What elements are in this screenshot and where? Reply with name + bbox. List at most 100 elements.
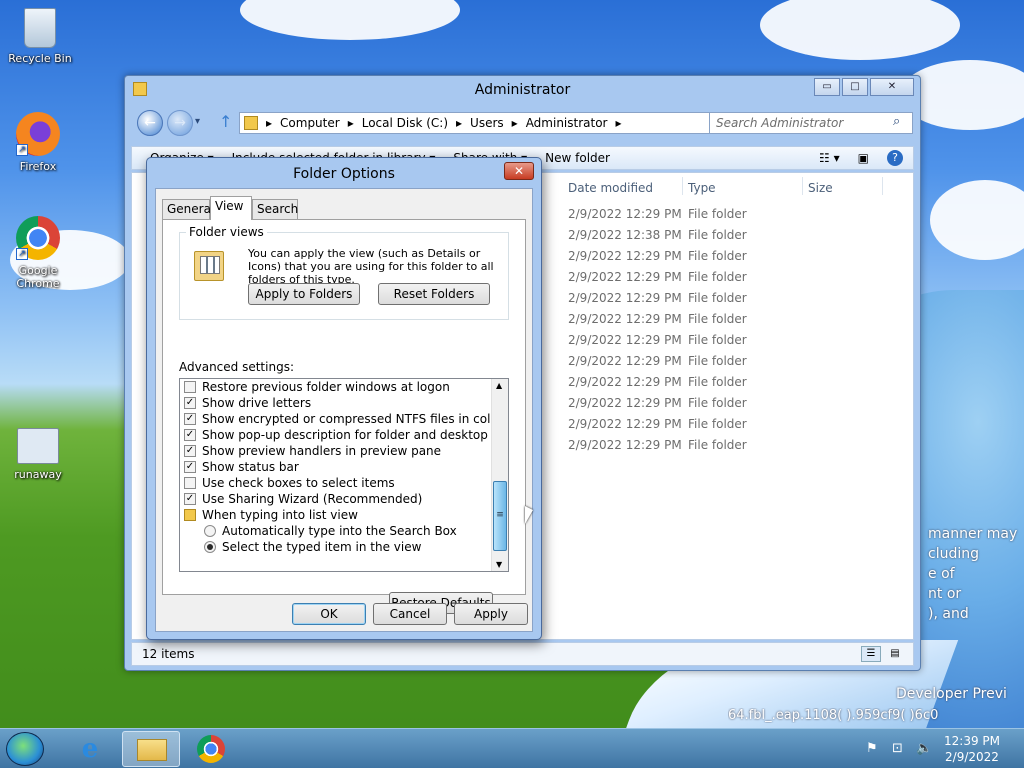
row-date-modified[interactable]: 2/9/2022 12:29 PM: [568, 438, 682, 452]
row-type[interactable]: File folder: [688, 396, 747, 410]
folder-options-dialog[interactable]: Folder Options ✕ General View Search Fol…: [146, 157, 542, 640]
row-date-modified[interactable]: 2/9/2022 12:29 PM: [568, 270, 682, 284]
breadcrumb-users[interactable]: Users: [470, 116, 504, 130]
breadcrumb-local-disk[interactable]: Local Disk (C:): [362, 116, 448, 130]
large-icons-view-icon[interactable]: ▤: [885, 646, 905, 662]
row-date-modified[interactable]: 2/9/2022 12:29 PM: [568, 249, 682, 263]
checkbox-unchecked[interactable]: [184, 381, 196, 393]
setting-item[interactable]: Restore previous folder windows at logon: [184, 379, 450, 395]
row-type[interactable]: File folder: [688, 207, 747, 221]
tab-view[interactable]: View: [210, 196, 252, 220]
column-header-date[interactable]: Date modified: [568, 181, 653, 195]
back-button[interactable]: ←: [137, 110, 163, 136]
row-date-modified[interactable]: 2/9/2022 12:29 PM: [568, 207, 682, 221]
setting-item[interactable]: Automatically type into the Search Box: [204, 523, 457, 539]
row-type[interactable]: File folder: [688, 438, 747, 452]
network-icon[interactable]: ⊡: [892, 741, 903, 756]
setting-item[interactable]: Select the typed item in the view: [204, 539, 421, 555]
reset-folders-button[interactable]: Reset Folders: [378, 283, 490, 305]
tab-general[interactable]: General: [162, 199, 214, 219]
setting-item[interactable]: When typing into list view: [184, 507, 358, 523]
breadcrumb-separator-icon[interactable]: ▸: [512, 116, 518, 130]
row-type[interactable]: File folder: [688, 228, 747, 242]
row-type[interactable]: File folder: [688, 375, 747, 389]
row-date-modified[interactable]: 2/9/2022 12:29 PM: [568, 333, 682, 347]
setting-item[interactable]: ✓ Show encrypted or compressed NTFS files…: [184, 411, 503, 427]
setting-item[interactable]: ✓ Show drive letters: [184, 395, 311, 411]
row-type[interactable]: File folder: [688, 291, 747, 305]
checkbox-checked[interactable]: ✓: [184, 445, 196, 457]
close-button[interactable]: ✕: [870, 78, 914, 96]
setting-item[interactable]: ✓ Use Sharing Wizard (Recommended): [184, 491, 422, 507]
search-input[interactable]: Search Administrator: [709, 112, 913, 134]
row-date-modified[interactable]: 2/9/2022 12:29 PM: [568, 417, 682, 431]
ok-button[interactable]: OK: [292, 603, 366, 625]
breadcrumb-separator-icon[interactable]: ▸: [456, 116, 462, 130]
scroll-down-arrow-icon[interactable]: ▼: [496, 560, 502, 569]
dialog-close-button[interactable]: ✕: [504, 162, 534, 180]
start-button[interactable]: [6, 732, 44, 766]
row-type[interactable]: File folder: [688, 249, 747, 263]
radio-unselected[interactable]: [204, 525, 216, 537]
row-type[interactable]: File folder: [688, 333, 747, 347]
row-type[interactable]: File folder: [688, 417, 747, 431]
checkbox-checked[interactable]: ✓: [184, 397, 196, 409]
row-type[interactable]: File folder: [688, 312, 747, 326]
apply-to-folders-button[interactable]: Apply to Folders: [248, 283, 360, 305]
settings-scrollbar[interactable]: ▲ ≡ ▼: [491, 379, 508, 571]
recent-pages-chevron-icon[interactable]: ▾: [195, 116, 200, 127]
column-header-size[interactable]: Size: [808, 181, 833, 195]
setting-item[interactable]: Use check boxes to select items: [184, 475, 395, 491]
minimize-button[interactable]: ▭: [814, 78, 840, 96]
row-type[interactable]: File folder: [688, 270, 747, 284]
setting-item[interactable]: ✓ Show pop-up description for folder and …: [184, 427, 508, 443]
scrollbar-thumb[interactable]: ≡: [493, 481, 507, 551]
checkbox-checked[interactable]: ✓: [184, 429, 196, 441]
advanced-settings-list[interactable]: Restore previous folder windows at logon…: [179, 378, 509, 572]
checkbox-checked[interactable]: ✓: [184, 493, 196, 505]
action-center-flag-icon[interactable]: ⚑: [866, 741, 878, 756]
checkbox-checked[interactable]: ✓: [184, 413, 196, 425]
row-date-modified[interactable]: 2/9/2022 12:29 PM: [568, 375, 682, 389]
help-icon[interactable]: ?: [887, 150, 903, 166]
search-icon[interactable]: ⌕: [893, 114, 900, 129]
preview-pane-icon[interactable]: ▣: [858, 151, 869, 165]
volume-icon[interactable]: 🔈: [916, 741, 932, 756]
forward-button[interactable]: →: [167, 110, 193, 136]
system-clock[interactable]: 12:39 PM 2/9/2022: [944, 733, 1000, 765]
taskbar-file-explorer[interactable]: [122, 731, 180, 767]
desktop-icon-recycle-bin[interactable]: Recycle Bin: [2, 8, 78, 65]
row-type[interactable]: File folder: [688, 354, 747, 368]
scroll-up-arrow-icon[interactable]: ▲: [496, 381, 502, 390]
new-folder-button[interactable]: New folder: [545, 151, 610, 165]
radio-selected[interactable]: [204, 541, 216, 553]
row-date-modified[interactable]: 2/9/2022 12:29 PM: [568, 396, 682, 410]
row-date-modified[interactable]: 2/9/2022 12:38 PM: [568, 228, 682, 242]
details-view-icon[interactable]: ☰: [861, 646, 881, 662]
checkbox-checked[interactable]: ✓: [184, 461, 196, 473]
column-header-type[interactable]: Type: [688, 181, 716, 195]
view-options-icon[interactable]: ☷ ▾: [819, 151, 840, 165]
checkbox-unchecked[interactable]: [184, 477, 196, 489]
breadcrumb-separator-icon[interactable]: ▸: [348, 116, 354, 130]
row-date-modified[interactable]: 2/9/2022 12:29 PM: [568, 354, 682, 368]
up-arrow-icon[interactable]: ↑: [219, 112, 232, 131]
apply-button[interactable]: Apply: [454, 603, 528, 625]
row-date-modified[interactable]: 2/9/2022 12:29 PM: [568, 291, 682, 305]
row-date-modified[interactable]: 2/9/2022 12:29 PM: [568, 312, 682, 326]
taskbar-chrome[interactable]: [182, 731, 240, 767]
desktop-icon-runaway[interactable]: runaway: [0, 428, 76, 481]
breadcrumb-separator-icon[interactable]: ▸: [266, 116, 272, 130]
breadcrumb-computer[interactable]: Computer: [280, 116, 340, 130]
desktop-icon-firefox[interactable]: ↗ Firefox: [0, 112, 76, 173]
setting-item[interactable]: ✓ Show preview handlers in preview pane: [184, 443, 441, 459]
breadcrumb-separator-icon[interactable]: ▸: [616, 116, 622, 130]
desktop-icon-chrome[interactable]: ↗ Google Chrome: [0, 216, 76, 290]
maximize-button[interactable]: □: [842, 78, 868, 96]
taskbar-internet-explorer[interactable]: e: [62, 731, 120, 767]
breadcrumb-administrator[interactable]: Administrator: [526, 116, 608, 130]
setting-label: Automatically type into the Search Box: [222, 524, 457, 538]
tab-search[interactable]: Search: [252, 199, 298, 219]
cancel-button[interactable]: Cancel: [373, 603, 447, 625]
setting-item[interactable]: ✓ Show status bar: [184, 459, 299, 475]
